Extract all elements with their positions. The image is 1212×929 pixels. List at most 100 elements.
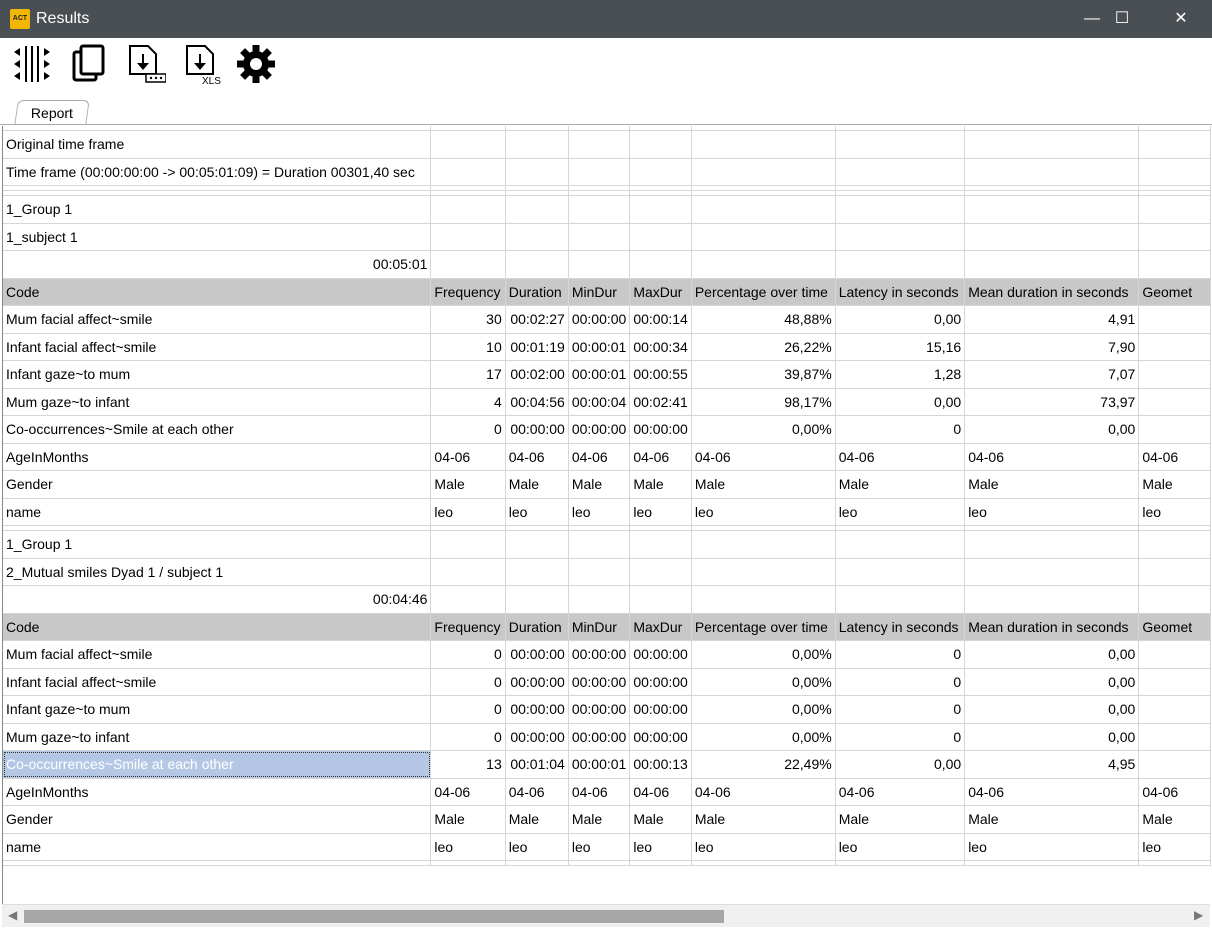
grid-cell[interactable]: Mean duration in seconds xyxy=(964,613,1140,641)
scroll-left-icon[interactable]: ◀ xyxy=(8,908,17,922)
grid-cell[interactable] xyxy=(1138,360,1211,389)
grid-cell[interactable]: Mum facial affect~smile xyxy=(3,305,432,334)
tab-report[interactable]: Report xyxy=(14,100,90,125)
grid-cell[interactable] xyxy=(691,585,836,614)
grid-cell[interactable]: 00:04:46 xyxy=(3,585,432,614)
grid-cell[interactable]: 0 xyxy=(835,640,966,669)
grid-cell[interactable]: 00:02:41 xyxy=(629,388,692,416)
grid-cell[interactable] xyxy=(430,223,506,251)
grid-cell[interactable] xyxy=(964,223,1140,251)
grid-cell[interactable] xyxy=(691,130,836,159)
grid-cell[interactable]: 00:00:04 xyxy=(568,388,631,416)
maximize-button[interactable]: ☐ xyxy=(1093,0,1151,38)
grid-cell[interactable]: 00:00:14 xyxy=(629,305,692,334)
grid-cell[interactable]: 04-06 xyxy=(430,443,506,471)
grid-cell[interactable]: 00:01:19 xyxy=(505,333,569,361)
grid-cell[interactable]: leo xyxy=(505,833,569,861)
grid-cell[interactable] xyxy=(430,530,506,559)
grid-cell[interactable] xyxy=(505,558,569,586)
grid-cell[interactable] xyxy=(691,223,836,251)
grid-cell[interactable] xyxy=(430,158,506,186)
grid-cell[interactable]: 04-06 xyxy=(568,443,631,471)
grid-cell[interactable] xyxy=(1138,130,1211,159)
grid-cell[interactable] xyxy=(568,195,631,224)
grid-cell[interactable]: leo xyxy=(1138,833,1211,861)
grid-cell[interactable]: Infant gaze~to mum xyxy=(3,695,432,724)
grid-cell[interactable] xyxy=(629,158,692,186)
grid-cell[interactable] xyxy=(629,223,692,251)
grid-cell[interactable]: Mum gaze~to infant xyxy=(3,723,432,751)
grid-cell[interactable]: Male xyxy=(430,805,506,834)
grid-cell[interactable]: 1_Group 1 xyxy=(3,530,432,559)
grid-cell[interactable] xyxy=(568,158,631,186)
grid-cell[interactable]: Geomet xyxy=(1138,278,1211,306)
grid-cell[interactable] xyxy=(1138,723,1211,751)
grid-cell[interactable]: 00:00:00 xyxy=(505,415,569,444)
grid-cell[interactable] xyxy=(568,585,631,614)
grid-cell[interactable] xyxy=(629,585,692,614)
grid-cell[interactable]: 4,91 xyxy=(964,305,1140,334)
grid-cell[interactable] xyxy=(1138,415,1211,444)
grid-cell[interactable]: Gender xyxy=(3,470,432,499)
grid-cell[interactable] xyxy=(629,530,692,559)
grid-cell[interactable]: 00:00:00 xyxy=(568,305,631,334)
grid-cell[interactable] xyxy=(691,250,836,279)
grid-cell[interactable]: 00:00:00 xyxy=(568,723,631,751)
grid-cell[interactable] xyxy=(835,195,966,224)
grid-cell[interactable]: 0 xyxy=(430,668,506,696)
grid-cell[interactable]: leo xyxy=(568,833,631,861)
grid-cell[interactable] xyxy=(964,558,1140,586)
grid-cell[interactable] xyxy=(629,130,692,159)
grid-cell[interactable]: Male xyxy=(964,470,1140,499)
grid-cell[interactable]: Original time frame xyxy=(3,130,432,159)
grid-cell[interactable] xyxy=(1138,388,1211,416)
grid-cell[interactable]: AgeInMonths xyxy=(3,443,432,471)
grid-cell[interactable]: 0 xyxy=(835,695,966,724)
grid-cell[interactable] xyxy=(629,558,692,586)
grid-cell[interactable]: 7,90 xyxy=(964,333,1140,361)
grid-cell[interactable]: leo xyxy=(430,833,506,861)
grid-cell[interactable]: 1_Group 1 xyxy=(3,195,432,224)
grid-cell[interactable]: 04-06 xyxy=(1138,778,1211,806)
results-grid[interactable]: Original time frame Time frame (00:00:00:… xyxy=(2,126,1211,904)
grid-cell[interactable]: 0 xyxy=(430,695,506,724)
grid-cell[interactable]: 0 xyxy=(430,640,506,669)
grid-cell[interactable]: Male xyxy=(835,805,966,834)
grid-cell[interactable]: leo xyxy=(964,833,1140,861)
grid-cell[interactable]: leo xyxy=(964,498,1140,526)
grid-cell[interactable]: Co-occurrences~Smile at each other xyxy=(3,750,432,779)
grid-cell[interactable]: 0 xyxy=(835,723,966,751)
grid-cell[interactable]: leo xyxy=(505,498,569,526)
grid-cell[interactable]: 00:00:00 xyxy=(568,695,631,724)
grid-cell[interactable]: 00:00:00 xyxy=(568,640,631,669)
grid-cell[interactable]: 0 xyxy=(835,668,966,696)
grid-cell[interactable]: Male xyxy=(430,470,506,499)
grid-cell[interactable] xyxy=(430,250,506,279)
grid-cell[interactable] xyxy=(964,158,1140,186)
grid-cell[interactable]: 1,28 xyxy=(835,360,966,389)
columns-icon[interactable] xyxy=(12,44,54,86)
grid-cell[interactable] xyxy=(835,585,966,614)
grid-cell[interactable] xyxy=(964,130,1140,159)
grid-cell[interactable] xyxy=(835,130,966,159)
grid-cell[interactable]: 26,22% xyxy=(691,333,836,361)
grid-cell[interactable] xyxy=(964,530,1140,559)
grid-cell[interactable]: 04-06 xyxy=(1138,443,1211,471)
grid-cell[interactable]: 4 xyxy=(430,388,506,416)
grid-cell[interactable]: 0,00% xyxy=(691,695,836,724)
scroll-right-icon[interactable]: ▶ xyxy=(1194,908,1203,922)
grid-cell[interactable]: Latency in seconds xyxy=(835,613,966,641)
grid-cell[interactable]: leo xyxy=(691,498,836,526)
grid-cell[interactable]: 00:00:00 xyxy=(568,415,631,444)
grid-cell[interactable] xyxy=(505,130,569,159)
grid-cell[interactable]: 04-06 xyxy=(835,778,966,806)
grid-cell[interactable]: 00:00:00 xyxy=(568,668,631,696)
grid-cell[interactable]: 04-06 xyxy=(568,778,631,806)
grid-cell[interactable] xyxy=(691,530,836,559)
grid-cell[interactable] xyxy=(1138,223,1211,251)
grid-cell[interactable] xyxy=(835,223,966,251)
grid-cell[interactable]: 7,07 xyxy=(964,360,1140,389)
grid-cell[interactable]: Mean duration in seconds xyxy=(964,278,1140,306)
grid-cell[interactable]: Co-occurrences~Smile at each other xyxy=(3,415,432,444)
grid-cell[interactable]: 04-06 xyxy=(964,778,1140,806)
